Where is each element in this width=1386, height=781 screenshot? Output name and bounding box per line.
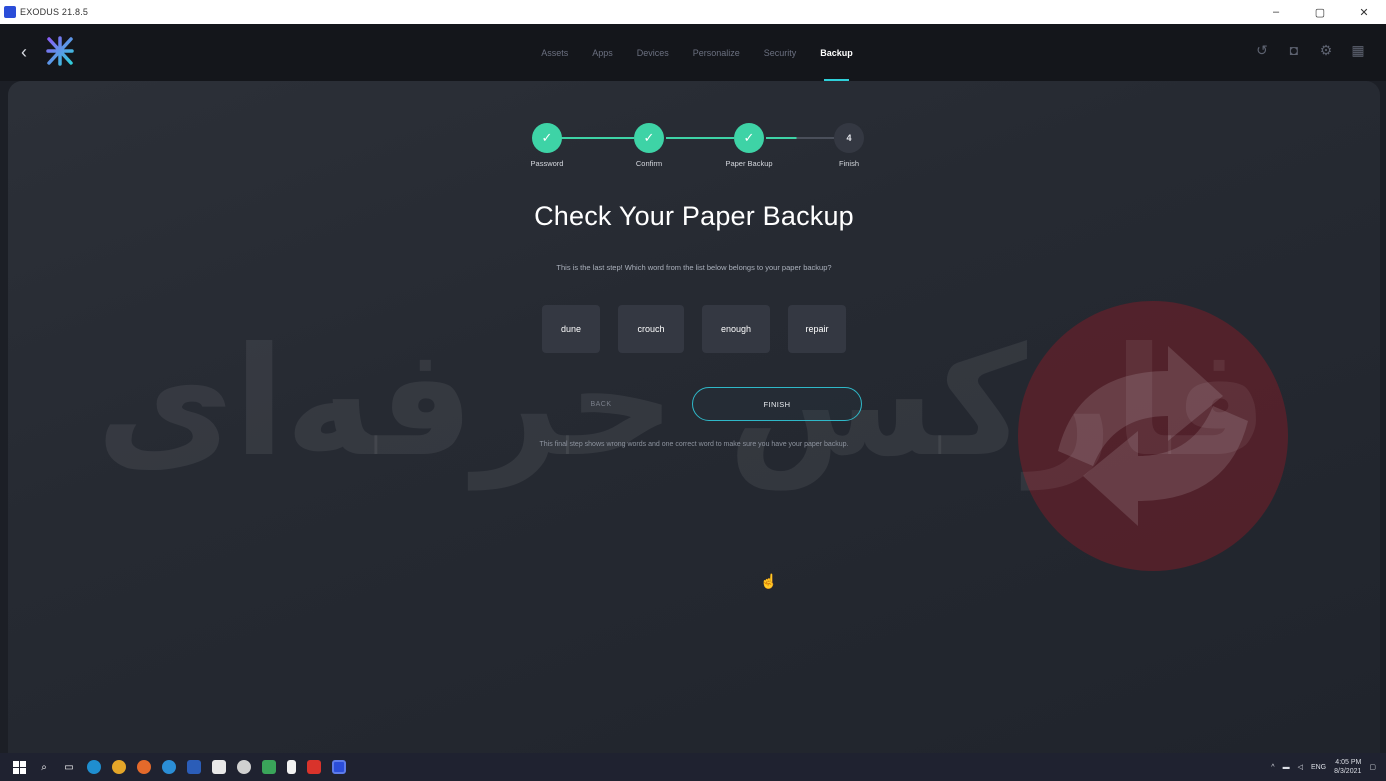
nav-backup[interactable]: Backup <box>820 24 853 81</box>
check-icon: ✓ <box>634 123 664 153</box>
edge-icon[interactable] <box>87 760 101 774</box>
step-label: Finish <box>838 159 860 168</box>
actions-row: BACK FINISH <box>8 387 1380 421</box>
chevron-up-icon[interactable]: ^ <box>1271 764 1274 771</box>
window-titlebar: EXODUS 21.8.5 – ▢ ✕ <box>0 0 1386 24</box>
backup-stepper: ✓ Password ✓ Confirm ✓ Paper Backup 4 Fi… <box>516 123 876 183</box>
nav-devices[interactable]: Devices <box>637 24 669 81</box>
word-choice-button[interactable]: enough <box>702 305 770 353</box>
task-view-icon[interactable]: ▭ <box>62 760 76 774</box>
close-button[interactable]: ✕ <box>1342 0 1386 24</box>
step-label: Paper Backup <box>725 159 773 168</box>
hand-cursor-icon: ☝ <box>760 573 778 589</box>
minimize-button[interactable]: – <box>1254 0 1298 24</box>
system-tray: ^ ▬ ◁ ENG 4:05 PM 8/3/2021 ▢ <box>1271 753 1386 781</box>
volume-icon[interactable]: ◁ <box>1298 763 1303 771</box>
app-header: ‹ Assets Apps Devices Personalize Securi… <box>0 24 1386 81</box>
store-icon[interactable] <box>212 760 226 774</box>
step-finish: 4 Finish <box>834 123 864 168</box>
app-icon-blue[interactable] <box>162 760 176 774</box>
main-nav: Assets Apps Devices Personalize Security… <box>0 24 1386 81</box>
chrome-icon[interactable] <box>112 760 126 774</box>
app-icon-green[interactable] <box>262 760 276 774</box>
app-icon-red[interactable] <box>307 760 321 774</box>
nav-personalize[interactable]: Personalize <box>693 24 740 81</box>
exodus-app-icon <box>4 6 16 18</box>
footnote-text: This final step shows wrong words and on… <box>539 441 849 448</box>
step-confirm: ✓ Confirm <box>634 123 664 168</box>
language-indicator[interactable]: ENG <box>1311 764 1326 771</box>
restore-button[interactable]: ▢ <box>1298 0 1342 24</box>
windows-start-icon[interactable] <box>12 760 26 774</box>
clock-date: 8/3/2021 <box>1334 768 1362 775</box>
window-controls: – ▢ ✕ <box>1254 0 1386 24</box>
header-icons: ↺ ◘ ⚙ ▦ <box>1254 42 1366 59</box>
notification-icon[interactable]: ▢ <box>1369 763 1376 771</box>
word-choice-button[interactable]: repair <box>788 305 846 353</box>
window-title: EXODUS 21.8.5 <box>20 7 89 17</box>
step-label: Password <box>530 159 564 168</box>
network-icon[interactable]: ▬ <box>1283 764 1290 771</box>
settings-icon[interactable]: ⚙ <box>1318 42 1334 58</box>
finish-button[interactable]: FINISH <box>692 387 862 421</box>
windows-taskbar: ⌕ ▭ ^ ▬ ◁ ENG 4:05 PM 8/3/2021 ▢ <box>0 753 1386 781</box>
app-icon-white[interactable] <box>237 760 251 774</box>
search-icon[interactable]: ⌕ <box>37 760 51 774</box>
check-icon: ✓ <box>734 123 764 153</box>
step-password: ✓ Password <box>531 123 563 168</box>
step-connector <box>766 137 834 139</box>
step-paper-backup: ✓ Paper Backup <box>725 123 773 168</box>
nav-security[interactable]: Security <box>764 24 797 81</box>
instruction-text: This is the last step! Which word from t… <box>556 263 832 272</box>
word-icon[interactable] <box>187 760 201 774</box>
exodus-taskbar-icon[interactable] <box>332 760 346 774</box>
clock-time: 4:05 PM <box>1335 759 1362 766</box>
chip-icon[interactable]: ◘ <box>1286 42 1302 58</box>
word-choice-button[interactable]: dune <box>542 305 600 353</box>
step-connector <box>666 137 734 139</box>
firefox-icon[interactable] <box>137 760 151 774</box>
word-choice-button[interactable]: crouch <box>618 305 684 353</box>
step-number: 4 <box>834 123 864 153</box>
page-title: Check Your Paper Backup <box>534 201 854 231</box>
word-choices: dune crouch enough repair <box>8 305 1380 353</box>
step-label: Confirm <box>635 159 663 168</box>
clock[interactable]: 4:05 PM 8/3/2021 <box>1334 758 1361 776</box>
check-icon: ✓ <box>532 123 562 153</box>
nav-apps[interactable]: Apps <box>592 24 613 81</box>
nav-assets[interactable]: Assets <box>541 24 568 81</box>
backup-panel: فارکس حرفه‌ای ✓ Password ✓ Confirm ✓ Pap… <box>8 81 1380 753</box>
grid-icon[interactable]: ▦ <box>1350 42 1366 58</box>
back-step-button[interactable]: BACK <box>566 387 636 421</box>
history-icon[interactable]: ↺ <box>1254 42 1270 58</box>
file-icon[interactable] <box>287 760 296 774</box>
